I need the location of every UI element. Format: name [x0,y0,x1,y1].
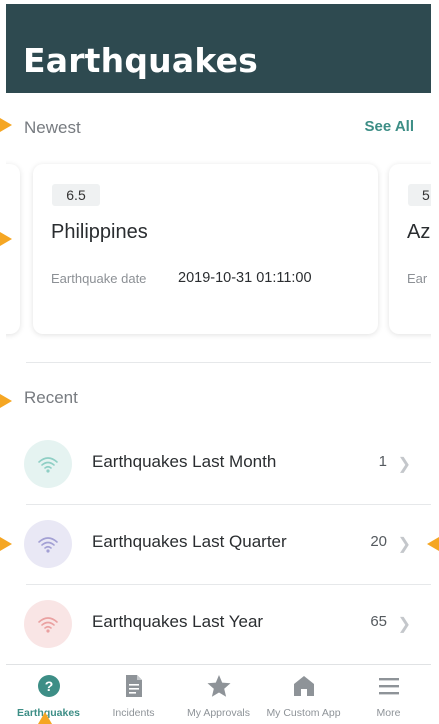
bottom-tab-bar: ? Earthquakes Incidents My Approvals My … [6,664,431,720]
earthquake-card[interactable]: 6.5 Philippines Earthquake date 2019-10-… [33,164,378,334]
tab-my-custom-app[interactable]: My Custom App [261,665,346,720]
card-date-label: Ear [407,271,428,286]
svg-text:?: ? [44,678,53,694]
section-divider [26,362,431,363]
recent-section-label: Recent [24,388,78,407]
chevron-right-icon: ❯ [397,456,411,473]
newest-section-label: Newest [24,118,81,137]
previous-card-edge[interactable] [6,164,20,334]
callout-arrow-tab [38,712,52,724]
list-item-count: 65 [370,613,387,630]
chevron-right-icon: ❯ [397,616,411,633]
list-item-label: Earthquakes Last Month [92,452,277,471]
card-place: Philippines [51,221,148,243]
newest-carousel[interactable]: 6.5 Philippines Earthquake date 2019-10-… [6,159,431,339]
card-date-value: 2019-10-31 01:11:00 [178,270,312,286]
star-icon [206,674,232,703]
app-screen: Earthquakes Newest See All 6.5 Philippin… [6,4,431,720]
tab-more[interactable]: More [346,665,431,720]
tab-my-approvals[interactable]: My Approvals [176,665,261,720]
chevron-right-icon: ❯ [397,536,411,553]
signal-icon [24,520,72,568]
list-item-label: Earthquakes Last Quarter [92,532,287,551]
tab-label: More [376,707,401,719]
signal-icon [24,440,72,488]
card-date-label: Earthquake date [51,271,147,286]
app-header: Earthquakes [6,4,431,93]
magnitude-badge: 5 [408,184,431,206]
earthquake-card-next[interactable]: 5 Az Ear [389,164,431,334]
callout-arrow-count [427,537,439,551]
tab-label: My Approvals [186,707,251,719]
callout-arrow-recent [0,394,12,408]
list-item-count: 1 [378,453,387,470]
magnitude-badge: 6.5 [52,184,100,206]
callout-arrow-list [0,537,12,551]
see-all-link[interactable]: See All [365,118,414,135]
signal-icon [24,600,72,648]
list-item-count: 20 [370,533,387,550]
document-icon [123,674,145,703]
tab-label: My Custom App [266,707,341,719]
help-circle-icon: ? [37,674,61,703]
card-place: Az [407,221,431,243]
page-title: Earthquakes [23,41,259,80]
callout-arrow-newest [0,118,12,132]
home-icon [292,674,316,703]
list-item-last-month[interactable]: Earthquakes Last Month 1 ❯ [6,424,431,504]
callout-arrow-card [0,232,12,246]
menu-icon [377,674,401,703]
tab-label: Incidents [112,707,155,719]
list-item-label: Earthquakes Last Year [92,612,264,631]
tab-incidents[interactable]: Incidents [91,665,176,720]
list-item-last-year[interactable]: Earthquakes Last Year 65 ❯ [6,584,431,664]
list-item-last-quarter[interactable]: Earthquakes Last Quarter 20 ❯ [6,504,431,584]
